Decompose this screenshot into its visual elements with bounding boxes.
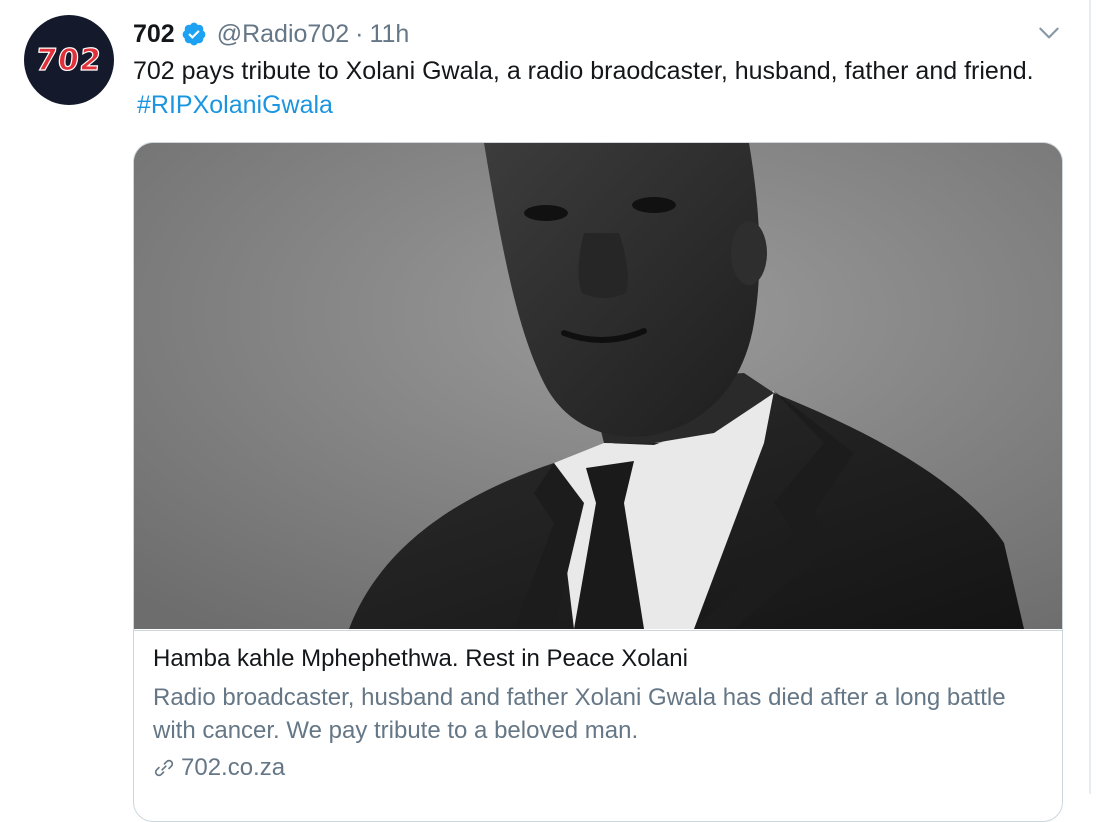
tweet[interactable]: 702 702 @Radio702 · 11h 702 pays tribute… [0, 0, 1089, 822]
card-title[interactable]: Hamba kahle Mphephethwa. Rest in Peace X… [153, 643, 1044, 675]
card-domain-row[interactable]: 702.co.za [153, 752, 1044, 784]
hashtag-link[interactable]: #RIPXolaniGwala [137, 91, 333, 119]
tweet-timestamp[interactable]: 11h [369, 20, 409, 49]
timeline-border [1089, 0, 1091, 794]
verified-badge-icon [182, 22, 206, 46]
avatar[interactable]: 702 [24, 15, 114, 105]
separator-dot: · [355, 19, 364, 48]
link-card[interactable]: Hamba kahle Mphephethwa. Rest in Peace X… [133, 142, 1063, 822]
link-icon [154, 759, 174, 777]
card-domain[interactable]: 702.co.za [181, 752, 285, 784]
card-image[interactable] [134, 143, 1062, 629]
user-handle[interactable]: @Radio702 [217, 20, 349, 49]
chevron-down-icon[interactable] [1036, 20, 1062, 46]
tweet-text: 702 pays tribute to Xolani Gwala, a radi… [133, 54, 1053, 122]
tweet-header: 702 @Radio702 · 11h [133, 14, 409, 54]
card-description: Radio broadcaster, husband and father Xo… [153, 684, 1006, 744]
avatar-logo-text: 702 [34, 42, 105, 78]
card-body[interactable]: Hamba kahle Mphephethwa. Rest in Peace X… [134, 630, 1062, 784]
display-name[interactable]: 702 [133, 20, 175, 49]
tweet-body: 702 pays tribute to Xolani Gwala, a radi… [133, 57, 1034, 85]
portrait-photo [134, 143, 1062, 629]
